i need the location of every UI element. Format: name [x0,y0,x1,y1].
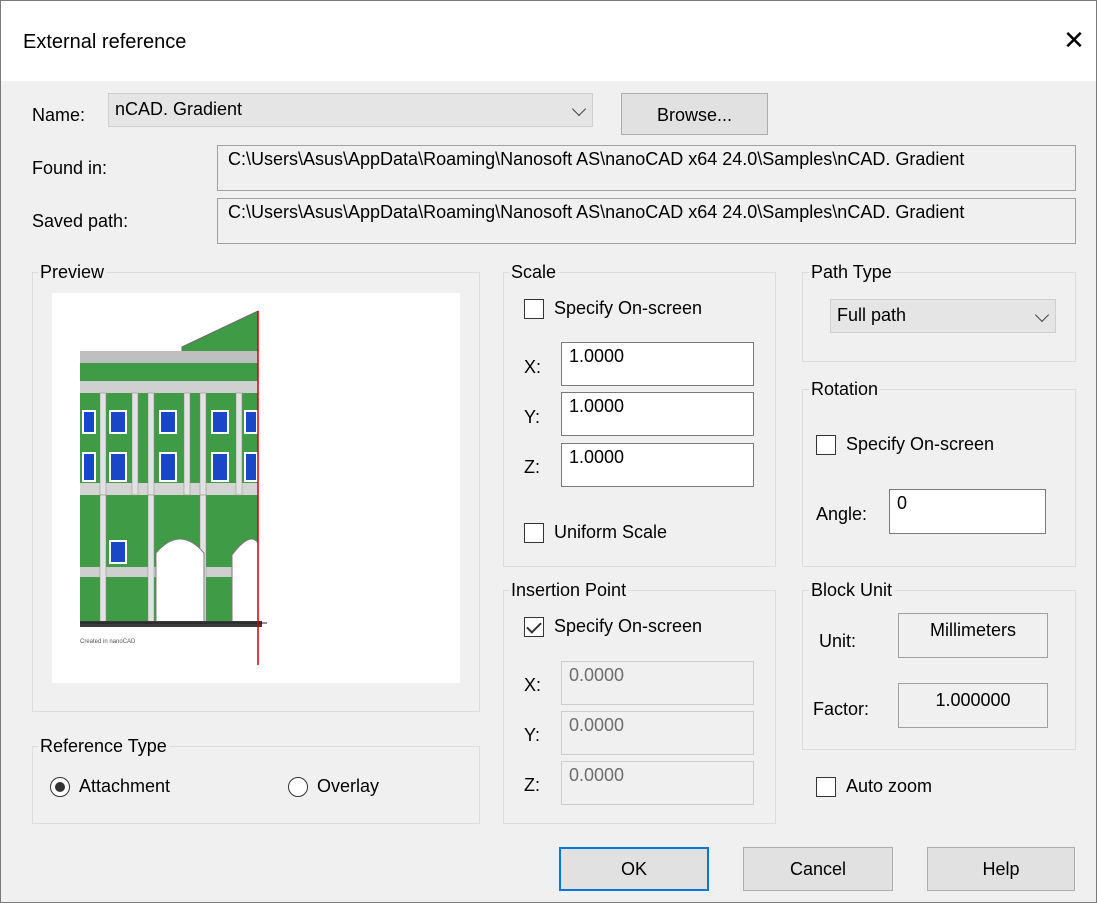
uniform-scale-label: Uniform Scale [554,522,668,542]
insertion-specify-checkbox[interactable] [524,617,544,637]
rotation-title: Rotation [809,379,881,400]
browse-button[interactable]: Browse... [621,93,768,135]
dialog-title: External reference [23,31,187,53]
help-button[interactable]: Help [927,847,1075,891]
rotation-specify-checkbox[interactable] [816,435,836,455]
preview-title: Preview [38,262,107,283]
path-type-combobox[interactable]: Full path [830,299,1056,333]
scale-y-label: Y: [524,407,541,427]
preview-image: Created in nanoCAD [52,293,460,683]
scale-z-label: Z: [524,457,540,477]
title-bar: External reference ✕ [1,1,1096,81]
scale-x-input[interactable]: 1.0000 [561,342,754,386]
auto-zoom-label: Auto zoom [846,776,933,796]
scale-y-input[interactable]: 1.0000 [561,392,754,436]
scale-z-input[interactable]: 1.0000 [561,443,754,487]
angle-label: Angle: [816,504,868,524]
insertion-x-label: X: [524,675,542,695]
saved-path-label: Saved path: [32,211,129,231]
name-value: nCAD. Gradient [115,99,243,119]
block-unit-title: Block Unit [809,580,895,601]
rotation-specify-label: Specify On-screen [846,434,995,454]
scale-x-label: X: [524,357,542,377]
path-type-title: Path Type [809,262,894,283]
insertion-z-label: Z: [524,775,540,795]
saved-path-path: C:\Users\Asus\AppData\Roaming\Nanosoft A… [217,198,1076,244]
insertion-specify-label: Specify On-screen [554,616,703,636]
name-label: Name: [32,105,86,125]
attachment-radio[interactable] [50,777,70,797]
insertion-y-input[interactable]: 0.0000 [561,711,754,755]
close-icon[interactable]: ✕ [1059,25,1089,55]
insertion-z-input[interactable]: 0.0000 [561,761,754,805]
cancel-button[interactable]: Cancel [743,847,893,891]
reference-type-title: Reference Type [38,736,169,757]
name-combobox[interactable]: nCAD. Gradient [108,93,593,127]
insertion-x-input[interactable]: 0.0000 [561,661,754,705]
chevron-down-icon [1034,307,1050,323]
preview-caption: Created in nanoCAD [80,639,136,645]
building-facade-drawing: Created in nanoCAD [80,310,267,665]
factor-label: Factor: [813,699,870,719]
auto-zoom-checkbox[interactable] [816,777,836,797]
unit-value: Millimeters [898,613,1048,658]
chevron-down-icon [571,101,587,117]
insertion-y-label: Y: [524,725,541,745]
scale-specify-label: Specify On-screen [554,298,703,318]
uniform-scale-checkbox[interactable] [524,523,544,543]
found-in-label: Found in: [32,158,108,178]
angle-input[interactable]: 0 [889,489,1046,534]
attachment-label: Attachment [79,776,171,796]
factor-value: 1.000000 [898,683,1048,728]
unit-label: Unit: [819,631,857,651]
path-type-value: Full path [837,305,907,325]
found-in-path: C:\Users\Asus\AppData\Roaming\Nanosoft A… [217,145,1076,191]
external-reference-dialog: External reference ✕ Name: nCAD. Gradien… [0,0,1097,903]
insertion-point-title: Insertion Point [509,580,629,601]
ok-button[interactable]: OK [559,847,709,891]
overlay-radio[interactable] [288,777,308,797]
scale-title: Scale [509,262,559,283]
overlay-label: Overlay [317,776,380,796]
rotation-group [802,389,1076,567]
scale-specify-checkbox[interactable] [524,299,544,319]
